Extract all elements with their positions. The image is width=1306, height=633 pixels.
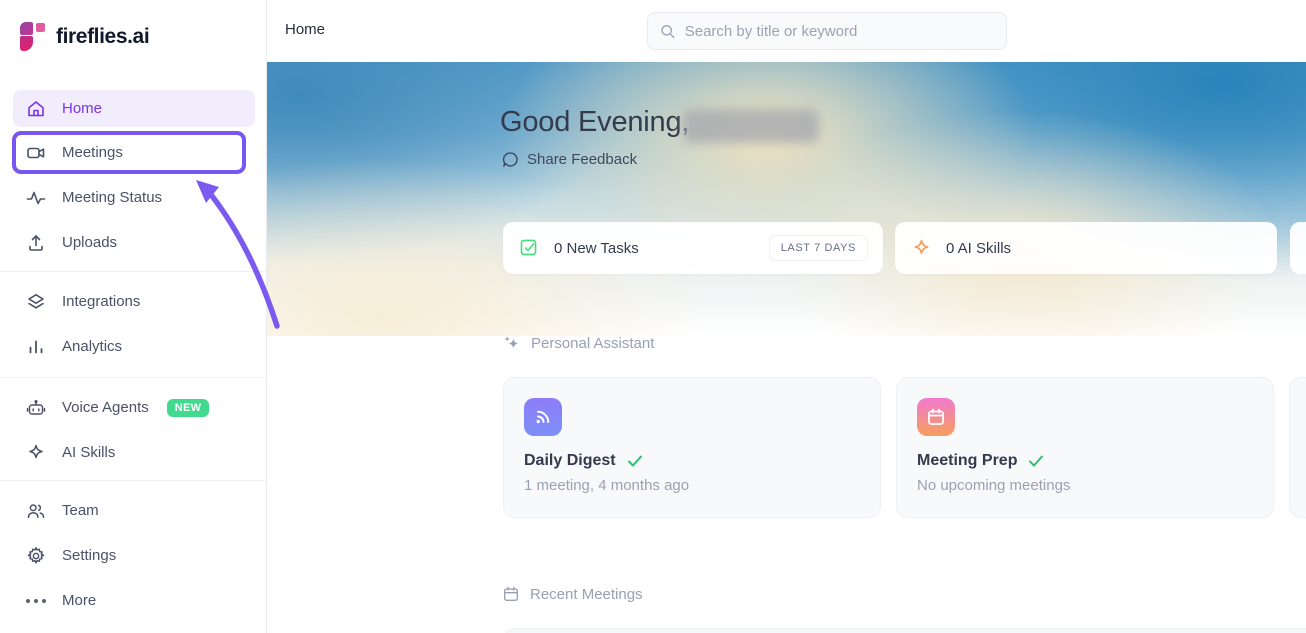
sidebar-item-label: Uploads — [62, 234, 118, 251]
sidebar-item-label: Settings — [62, 547, 117, 564]
meeting-prep-card[interactable]: Meeting Prep No upcoming meetings — [896, 377, 1274, 518]
layers-icon — [28, 293, 44, 309]
redacted-user-name — [683, 109, 819, 143]
partial-assistant-card — [1289, 377, 1306, 518]
sparkle-icon — [914, 239, 929, 254]
section-title: Recent Meetings — [530, 585, 643, 603]
sidebar-item-analytics[interactable]: Analytics — [13, 328, 255, 365]
sparkles-icon — [504, 336, 519, 349]
check-icon — [627, 455, 642, 467]
search-icon — [661, 24, 675, 38]
people-icon — [27, 503, 45, 518]
personal-assistant-header: Personal Assistant — [502, 334, 654, 353]
robot-icon — [26, 399, 46, 415]
greeting-text: Good Evening, — [500, 106, 690, 138]
card-subtitle: 1 meeting, 4 months ago — [524, 477, 690, 494]
sidebar-item-label: Voice Agents — [62, 399, 149, 416]
card-subtitle: No upcoming meetings — [917, 477, 1071, 494]
new-tasks-label: 0 New Tasks — [554, 239, 639, 257]
checkbox-check-icon — [520, 239, 537, 255]
daily-digest-card[interactable]: Daily Digest 1 meeting, 4 months ago — [503, 377, 881, 518]
share-feedback-label: Share Feedback — [527, 151, 638, 168]
sidebar-item-more[interactable]: More — [13, 582, 255, 619]
last-7-days-badge: LAST 7 DAYS — [769, 236, 867, 260]
recent-meetings-card-edge — [503, 628, 1306, 633]
rss-icon — [524, 398, 562, 436]
new-badge: NEW — [166, 398, 210, 417]
new-tasks-card[interactable]: 0 New Tasks LAST 7 DAYS — [503, 222, 883, 274]
check-icon — [1029, 455, 1044, 467]
share-feedback-link[interactable]: Share Feedback — [502, 151, 637, 168]
sidebar-item-meetings[interactable]: Meetings — [13, 134, 255, 171]
brand-name: fireflies.ai — [56, 24, 150, 48]
video-camera-icon — [27, 147, 45, 158]
ellipsis-icon — [26, 598, 46, 603]
upload-icon — [29, 234, 43, 251]
fireflies-dashboard: fireflies.ai Home Meetings Meeting Statu… — [0, 0, 1306, 633]
sidebar-item-label: More — [62, 592, 97, 609]
sidebar-item-voice-agents[interactable]: Voice Agents NEW — [13, 389, 255, 426]
search-input[interactable] — [684, 22, 994, 40]
search-box[interactable] — [647, 12, 1007, 50]
sparkle-icon — [29, 444, 43, 458]
home-icon — [28, 100, 44, 116]
main-area: Home Good Evening, Share Feedback — [267, 0, 1306, 633]
fireflies-logo[interactable]: fireflies.ai — [20, 22, 150, 51]
ai-skills-card[interactable]: 0 AI Skills — [895, 222, 1277, 274]
card-title: Meeting Prep — [917, 452, 1018, 469]
fireflies-logo-icon — [20, 22, 46, 51]
sidebar-item-label: Integrations — [62, 293, 141, 310]
section-title: Personal Assistant — [531, 335, 655, 352]
sidebar-item-home[interactable]: Home — [13, 90, 255, 127]
sidebar-item-label: Team — [62, 502, 99, 519]
pulse-icon — [26, 191, 46, 204]
calendar-icon — [504, 586, 518, 601]
sidebar-item-label: Home — [62, 100, 103, 117]
sidebar: fireflies.ai Home Meetings Meeting Statu… — [0, 0, 267, 633]
recent-meetings-header: Recent Meetings — [502, 585, 643, 603]
gear-icon — [27, 546, 45, 564]
partial-stat-card — [1290, 222, 1306, 274]
card-title: Daily Digest — [524, 452, 616, 469]
sidebar-divider — [0, 377, 266, 378]
sidebar-item-settings[interactable]: Settings — [13, 537, 255, 574]
sidebar-item-team[interactable]: Team — [13, 492, 255, 529]
sidebar-item-label: Analytics — [62, 338, 123, 355]
sidebar-divider — [0, 271, 266, 272]
sidebar-divider — [0, 480, 266, 481]
sidebar-item-label: Meetings — [62, 144, 123, 161]
ai-skills-label: 0 AI Skills — [946, 239, 1012, 257]
breadcrumb: Home — [285, 21, 326, 38]
sidebar-item-ai-skills[interactable]: AI Skills — [13, 434, 255, 471]
calendar-icon — [917, 398, 955, 436]
sidebar-item-meeting-status[interactable]: Meeting Status — [13, 179, 255, 216]
topbar: Home — [267, 0, 1306, 62]
bar-chart-icon — [29, 340, 43, 353]
hero-banner: Good Evening, Share Feedback — [267, 62, 1306, 336]
sidebar-item-label: AI Skills — [62, 444, 116, 461]
sidebar-item-integrations[interactable]: Integrations — [13, 283, 255, 320]
sidebar-item-uploads[interactable]: Uploads — [13, 224, 255, 261]
chat-bubble-icon — [502, 152, 518, 167]
sidebar-item-label: Meeting Status — [62, 189, 163, 206]
